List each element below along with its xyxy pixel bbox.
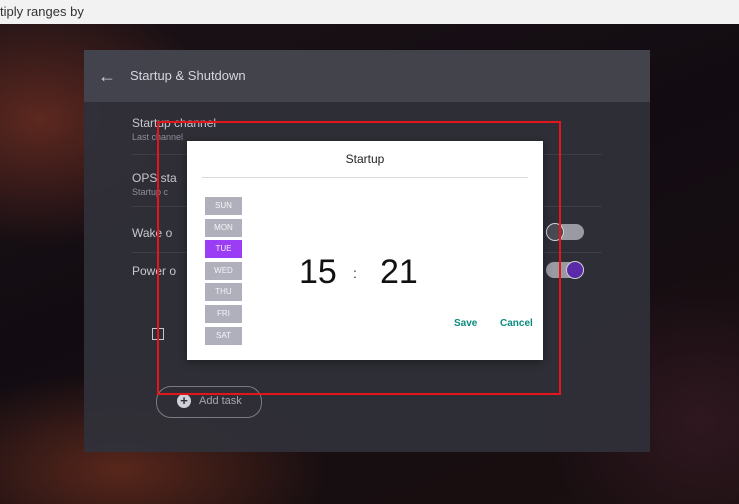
arrow-left-icon[interactable]: ← <box>98 66 118 86</box>
setting-value: Startup c <box>132 187 169 197</box>
page-title: Startup & Shutdown <box>130 68 246 83</box>
setting-startup-channel[interactable]: Startup channel Last channel <box>132 116 216 142</box>
setting-label: Wake o <box>132 226 173 240</box>
setting-label: Startup channel <box>132 116 217 130</box>
cancel-button[interactable]: Cancel <box>500 318 533 329</box>
day-selector: SUN MON TUE WED THU FRI SAT <box>205 197 242 348</box>
setting-power-on[interactable]: Power o <box>132 264 176 278</box>
time-separator: : <box>353 265 357 281</box>
setting-label: Power o <box>132 264 177 278</box>
add-task-button[interactable]: + Add task <box>156 386 262 418</box>
setting-ops-startup[interactable]: OPS sta Startup c <box>132 171 177 197</box>
day-sun[interactable]: SUN <box>205 197 242 215</box>
panel-header: ← Startup & Shutdown <box>84 50 650 102</box>
day-wed[interactable]: WED <box>205 261 242 280</box>
save-button[interactable]: Save <box>454 318 477 329</box>
day-thu[interactable]: THU <box>205 283 242 302</box>
top-strip: tiply ranges by <box>0 0 739 24</box>
dialog-title: Startup <box>345 152 385 166</box>
setting-label: OPS sta <box>132 171 177 185</box>
day-mon[interactable]: MON <box>205 218 242 237</box>
startup-dialog: Startup SUN MON TUE WED THU FRI SAT 15 :… <box>187 141 543 360</box>
day-fri[interactable]: FRI <box>205 304 242 323</box>
setting-wake-on[interactable]: Wake o <box>132 226 172 240</box>
day-sat[interactable]: SAT <box>205 326 242 345</box>
add-task-label: Add task <box>199 395 242 407</box>
power-toggle[interactable] <box>546 261 584 279</box>
plus-circle-icon: + <box>177 394 191 408</box>
toggle-knob <box>566 261 584 279</box>
dialog-divider <box>202 177 528 178</box>
wake-toggle[interactable] <box>546 223 584 241</box>
checkbox-icon[interactable] <box>152 328 164 340</box>
top-strip-text: tiply ranges by <box>0 4 84 19</box>
hour-value[interactable]: 15 <box>299 255 337 289</box>
toggle-knob <box>546 223 564 241</box>
minute-value[interactable]: 21 <box>380 255 418 289</box>
day-tue[interactable]: TUE <box>205 240 242 259</box>
